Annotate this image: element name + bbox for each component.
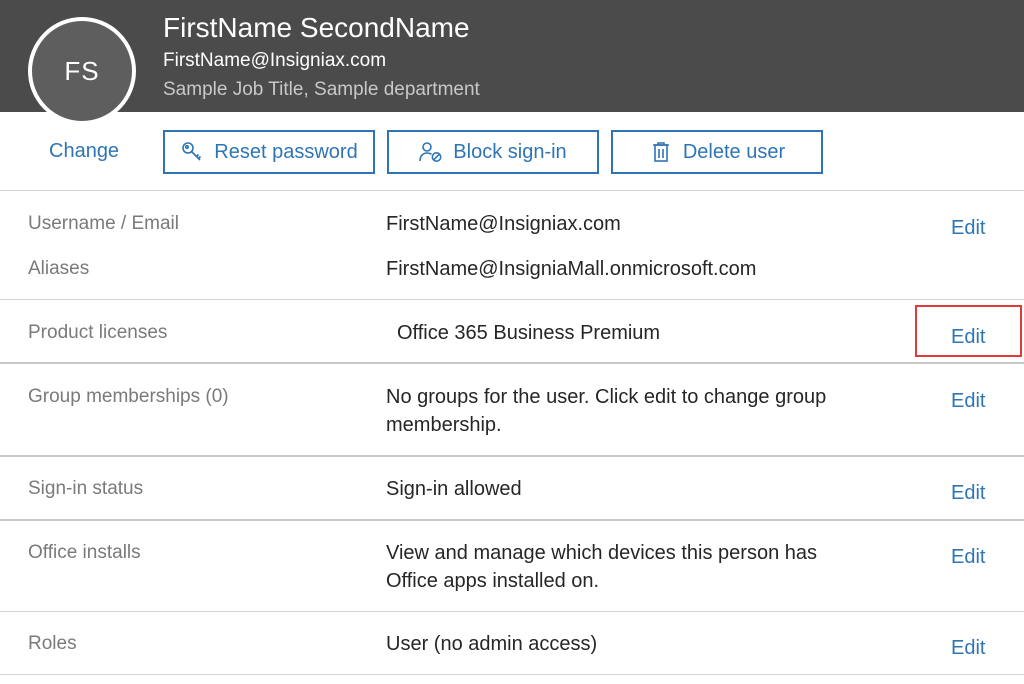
edit-username-link[interactable]: Edit <box>951 215 985 241</box>
edit-groups-link[interactable]: Edit <box>951 388 985 414</box>
user-job-title: Sample Job Title, Sample department <box>163 79 480 100</box>
user-block-icon <box>419 140 443 164</box>
aliases-value: FirstName@InsigniaMall.onmicrosoft.com <box>386 258 757 280</box>
reset-password-button[interactable]: Reset password <box>163 130 375 174</box>
avatar: FS <box>28 17 136 125</box>
divider <box>0 362 1024 364</box>
username-label: Username / Email <box>28 213 179 234</box>
divider <box>0 674 1024 675</box>
edit-installs-link[interactable]: Edit <box>951 544 985 570</box>
signin-label: Sign-in status <box>28 478 144 499</box>
divider <box>0 299 1024 300</box>
edit-roles-link[interactable]: Edit <box>951 635 985 661</box>
user-email: FirstName@Insigniax.com <box>163 50 387 71</box>
installs-label: Office installs <box>28 542 141 563</box>
user-details-panel: FirstName SecondName FirstName@Insigniax… <box>0 0 1024 684</box>
divider <box>0 190 1024 191</box>
user-header: FirstName SecondName FirstName@Insigniax… <box>0 0 1024 112</box>
licenses-label: Product licenses <box>28 322 168 343</box>
edit-signin-link[interactable]: Edit <box>951 480 985 506</box>
key-icon <box>180 140 204 164</box>
user-display-name: FirstName SecondName <box>163 12 470 43</box>
signin-value: Sign-in allowed <box>386 478 522 500</box>
divider <box>0 455 1024 457</box>
divider <box>0 519 1024 521</box>
delete-user-button[interactable]: Delete user <box>611 130 823 174</box>
edit-licenses-link[interactable]: Edit <box>951 324 985 350</box>
username-value: FirstName@Insigniax.com <box>386 213 621 235</box>
trash-icon <box>649 140 673 164</box>
change-photo-link[interactable]: Change <box>49 138 119 164</box>
delete-user-label: Delete user <box>682 140 786 163</box>
reset-password-label: Reset password <box>214 140 358 163</box>
groups-label: Group memberships (0) <box>28 386 229 407</box>
avatar-initials: FS <box>64 55 100 86</box>
installs-value: View and manage which devices this perso… <box>386 542 817 592</box>
roles-value: User (no admin access) <box>386 633 598 655</box>
aliases-label: Aliases <box>28 258 90 279</box>
licenses-value: Office 365 Business Premium <box>397 322 661 344</box>
divider <box>0 611 1024 612</box>
block-sign-in-label: Block sign-in <box>453 140 567 163</box>
block-sign-in-button[interactable]: Block sign-in <box>387 130 599 174</box>
roles-label: Roles <box>28 633 77 654</box>
groups-value: No groups for the user. Click edit to ch… <box>386 386 827 436</box>
